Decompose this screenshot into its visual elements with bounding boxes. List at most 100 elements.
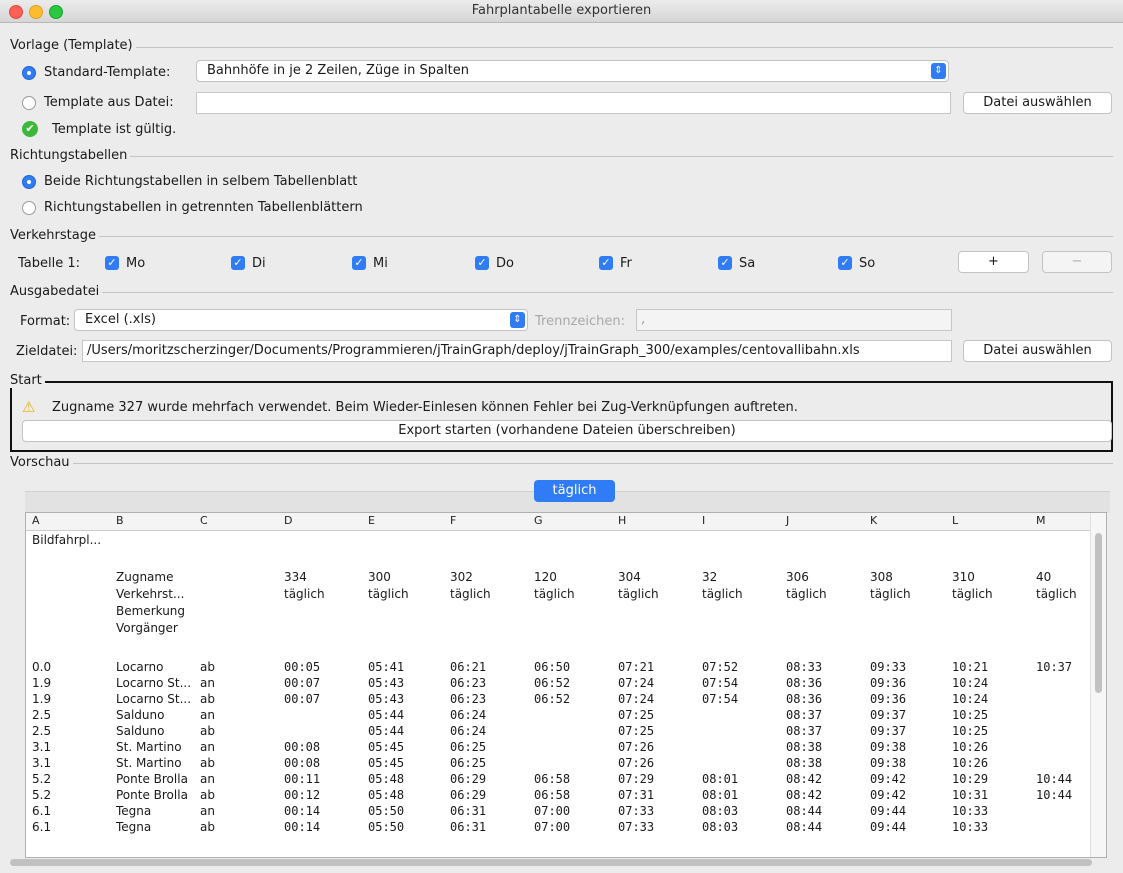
table-cell: Salduno [116,708,165,722]
day-checkbox-do[interactable]: ✓ [475,256,489,270]
table-cell: 05:41 [368,660,405,674]
table-cell: St. Martino [116,740,182,754]
vertical-scrollbar-thumb[interactable] [1095,533,1102,693]
table-cell: 306 [786,570,809,584]
table-cell: 05:44 [368,708,405,722]
target-file-input[interactable]: /Users/moritzscherzinger/Documents/Progr… [82,340,952,362]
separator-label: Trennzeichen: [535,314,626,329]
file-template-label: Template aus Datei: [44,95,174,110]
table-cell: 06:58 [534,788,571,802]
table-cell: ab [200,756,215,770]
preview-sheet[interactable]: A B C D E F G H I J K L M Bildfahrpl... Zugname Verkeh… [25,512,1107,858]
table-cell: Bemerkung [116,604,186,618]
column-header-l: L [952,514,959,527]
table-cell: 05:50 [368,820,405,834]
table-cell: 08:03 [702,804,739,818]
table-cell: 00:12 [284,788,321,802]
direction-group-label: Richtungstabellen [10,148,131,163]
day-checkbox-mi[interactable]: ✓ [352,256,366,270]
table-cell: 2.5 [32,724,52,738]
table-cell: 09:33 [870,660,907,674]
table-cell: 06:50 [534,660,571,674]
day-label-do: Do [496,256,514,271]
table-cell: 10:33 [952,820,989,834]
warning-icon: ⚠ [22,398,36,416]
table-cell: 10:24 [952,692,989,706]
format-select[interactable]: Excel (.xls) ⇕ [74,309,528,331]
table-cell: 10:25 [952,724,989,738]
tab-taeglich[interactable]: täglich [534,480,615,502]
day-checkbox-mo[interactable]: ✓ [105,256,119,270]
day-checkbox-di[interactable]: ✓ [231,256,245,270]
table-cell: ab [200,692,215,706]
table-cell: 07:33 [618,820,655,834]
table-cell: 00:08 [284,740,321,754]
table-cell: 08:42 [786,788,823,802]
table-cell: Vorgänger [116,621,178,635]
day-checkbox-sa[interactable]: ✓ [718,256,732,270]
day-checkbox-fr[interactable]: ✓ [599,256,613,270]
column-header-e: E [368,514,375,527]
table-cell: 06:24 [450,724,487,738]
file-template-radio[interactable] [22,96,36,110]
table-cell: 10:24 [952,676,989,690]
start-group-label: Start [10,373,45,388]
table-cell: 00:14 [284,820,321,834]
table-cell: 2.5 [32,708,52,722]
table-cell: ab [200,660,215,674]
remove-table-button[interactable]: − [1042,251,1112,273]
check-icon: ✔ [22,121,38,137]
day-checkbox-so[interactable]: ✓ [838,256,852,270]
table-cell: Bildfahrpl... [32,533,102,547]
column-header-f: F [450,514,457,527]
table-cell: täglich [702,587,743,601]
table-cell: 06:24 [450,708,487,722]
template-status: Template ist gültig. [52,122,177,137]
table-cell: ab [200,820,215,834]
table-cell: täglich [284,587,325,601]
table-cell: 06:23 [450,692,487,706]
table-cell: 05:48 [368,788,405,802]
column-header-k: K [870,514,878,527]
table-cell: täglich [368,587,409,601]
start-export-button[interactable]: Export starten (vorhandene Dateien übers… [22,420,1112,442]
table-cell: ab [200,788,215,802]
table-cell: 05:43 [368,676,405,690]
table-cell: 6.1 [32,804,52,818]
table-cell: 08:36 [786,676,823,690]
table-cell: 08:36 [786,692,823,706]
standard-template-select[interactable]: Bahnhöfe in je 2 Zeilen, Züge in Spalten… [196,60,949,82]
table-cell: St. Martino [116,756,182,770]
vertical-scrollbar[interactable] [1090,513,1106,857]
table-cell: 05:43 [368,692,405,706]
table-cell: 08:38 [786,756,823,770]
table-cell: 09:44 [870,820,907,834]
direction-separate-sheets-radio[interactable] [22,201,36,215]
add-table-button[interactable]: + [958,251,1029,273]
table-cell: an [200,708,215,722]
table-cell: 09:36 [870,676,907,690]
choose-template-file-button[interactable]: Datei auswählen [963,92,1112,114]
template-file-input[interactable] [196,92,951,114]
standard-template-radio[interactable] [22,66,36,80]
preview-group-label: Vorschau [10,455,73,470]
choose-target-file-button[interactable]: Datei auswählen [963,340,1112,362]
direction-same-sheet-radio[interactable] [22,175,36,189]
table-cell: täglich [952,587,993,601]
table-cell: Verkehrst... [116,587,185,601]
column-header-a: A [32,514,40,527]
horizontal-scrollbar-thumb[interactable] [10,859,1092,866]
column-header-g: G [534,514,543,527]
table-cell: 06:52 [534,692,571,706]
table-cell: 07:00 [534,804,571,818]
table-cell: 304 [618,570,641,584]
separator-input[interactable]: , [636,309,952,331]
table-cell: an [200,676,215,690]
standard-template-value: Bahnhöfe in je 2 Zeilen, Züge in Spalten [207,63,469,78]
table-cell: 1.9 [32,676,52,690]
table-cell: täglich [450,587,491,601]
table-cell: 6.1 [32,820,52,834]
table-cell: 07:26 [618,740,655,754]
output-group [10,292,1113,293]
table-cell: an [200,740,215,754]
